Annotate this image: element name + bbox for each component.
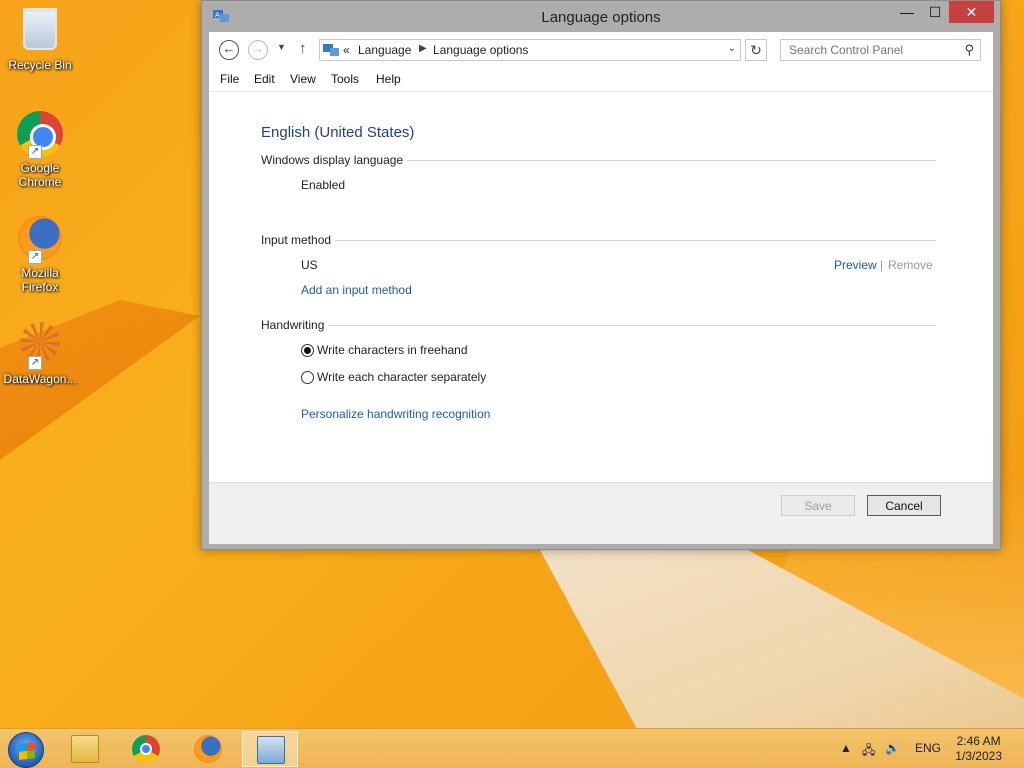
start-button[interactable]	[8, 732, 44, 768]
shortcut-arrow-icon: ↗	[28, 356, 42, 370]
chrome-icon	[132, 735, 160, 763]
search-box[interactable]: ⚲	[780, 39, 981, 61]
section-heading: Windows display language	[261, 153, 408, 167]
desktop-icon-label: DataWagon...	[3, 372, 77, 386]
remove-link[interactable]: Remove	[888, 258, 933, 272]
radio-label[interactable]: Write characters in freehand	[317, 343, 468, 357]
taskbar-control-panel[interactable]	[242, 731, 298, 767]
menu-edit[interactable]: Edit	[254, 72, 275, 86]
link-separator: |	[880, 258, 884, 272]
menu-bar: File Edit View Tools Help	[209, 68, 993, 91]
section-divider	[261, 240, 936, 241]
radio-label[interactable]: Write each character separately	[317, 370, 486, 384]
forward-button[interactable]: →	[248, 40, 268, 60]
input-method-name: US	[301, 258, 318, 272]
menu-file[interactable]: File	[220, 72, 239, 86]
input-method-section: Input method	[261, 233, 936, 249]
clock-time: 2:46 AM	[956, 734, 1001, 748]
taskbar: ▲ 🖧 🔊 ENG 2:46 AM 1/3/2023	[0, 728, 1024, 768]
save-button[interactable]: Save	[781, 495, 855, 516]
window-title: Language options	[541, 9, 661, 26]
up-button[interactable]: ↑	[299, 40, 307, 57]
language-options-window: A Language options — ☐ ✕ ← → ▼ ↑ « Langu…	[201, 0, 1001, 550]
menu-view[interactable]: View	[290, 72, 316, 86]
input-language-indicator[interactable]: ENG	[915, 741, 941, 755]
breadcrumb-overflow[interactable]: «	[343, 43, 350, 57]
display-language-status: Enabled	[301, 178, 346, 192]
firefox-icon	[194, 735, 222, 763]
network-icon[interactable]: 🖧	[862, 741, 875, 762]
menu-help[interactable]: Help	[376, 72, 401, 86]
dialog-footer: Save Cancel	[209, 482, 993, 544]
taskbar-file-explorer[interactable]	[57, 731, 113, 767]
cancel-button[interactable]: Cancel	[867, 495, 941, 516]
address-dropdown-icon[interactable]: ⌄	[728, 43, 736, 54]
folder-icon	[71, 735, 99, 763]
radio-button[interactable]	[301, 344, 314, 357]
close-button[interactable]: ✕	[949, 1, 994, 23]
language-icon	[323, 44, 339, 56]
taskbar-firefox[interactable]	[180, 731, 236, 767]
preview-link[interactable]: Preview	[834, 258, 877, 272]
add-input-method-link[interactable]: Add an input method	[301, 283, 412, 297]
radio-button[interactable]	[301, 371, 314, 384]
desktop-icon-label: Recycle Bin	[8, 58, 72, 72]
volume-icon[interactable]: 🔊	[885, 741, 900, 755]
shortcut-arrow-icon: ↗	[28, 145, 42, 159]
desktop-icon-recycle-bin[interactable]: Recycle Bin	[2, 6, 78, 72]
title-bar[interactable]: A Language options — ☐ ✕	[202, 1, 1000, 32]
minimize-button[interactable]: —	[892, 1, 922, 23]
search-input[interactable]	[789, 40, 959, 60]
language-title: English (United States)	[261, 124, 415, 141]
maximize-button[interactable]: ☐	[920, 1, 950, 23]
back-button[interactable]: ←	[219, 40, 239, 60]
breadcrumb[interactable]: « Language ▶ Language options ⌄	[319, 39, 741, 61]
address-bar: ← → ▼ ↑ « Language ▶ Language options ⌄ …	[209, 32, 993, 68]
recent-locations-dropdown-icon[interactable]: ▼	[277, 42, 286, 52]
handwriting-section: Handwriting	[261, 318, 936, 334]
clock-date: 1/3/2023	[955, 749, 1002, 763]
desktop-icon-label: Mozilla Firefox	[21, 266, 59, 294]
search-icon[interactable]: ⚲	[964, 42, 974, 58]
breadcrumb-language[interactable]: Language	[358, 43, 411, 57]
content-pane: English (United States) Windows display …	[209, 91, 993, 482]
desktop-icon-datawagon[interactable]: ↗ DataWagon...	[2, 318, 78, 386]
display-language-section: Windows display language	[261, 153, 936, 169]
desktop-icon-mozilla-firefox[interactable]: ↗ Mozilla Firefox	[2, 214, 78, 294]
show-hidden-icons-icon[interactable]: ▲	[840, 741, 852, 755]
recycle-bin-icon	[23, 8, 57, 50]
desktop-icon-label: Google Chrome	[18, 161, 62, 189]
refresh-button[interactable]: ↻	[745, 39, 767, 61]
section-heading: Input method	[261, 233, 336, 247]
breadcrumb-language-options[interactable]: Language options	[433, 43, 528, 57]
shortcut-arrow-icon: ↗	[28, 250, 42, 264]
control-panel-icon	[257, 736, 285, 764]
menu-tools[interactable]: Tools	[331, 72, 359, 86]
taskbar-chrome[interactable]	[118, 731, 174, 767]
desktop-icon-google-chrome[interactable]: ↗ Google Chrome	[2, 110, 78, 189]
breadcrumb-separator-icon[interactable]: ▶	[419, 43, 427, 54]
section-divider	[261, 325, 936, 326]
personalize-handwriting-link[interactable]: Personalize handwriting recognition	[301, 407, 490, 421]
clock[interactable]: 2:46 AM 1/3/2023	[955, 734, 1002, 764]
section-heading: Handwriting	[261, 318, 329, 332]
